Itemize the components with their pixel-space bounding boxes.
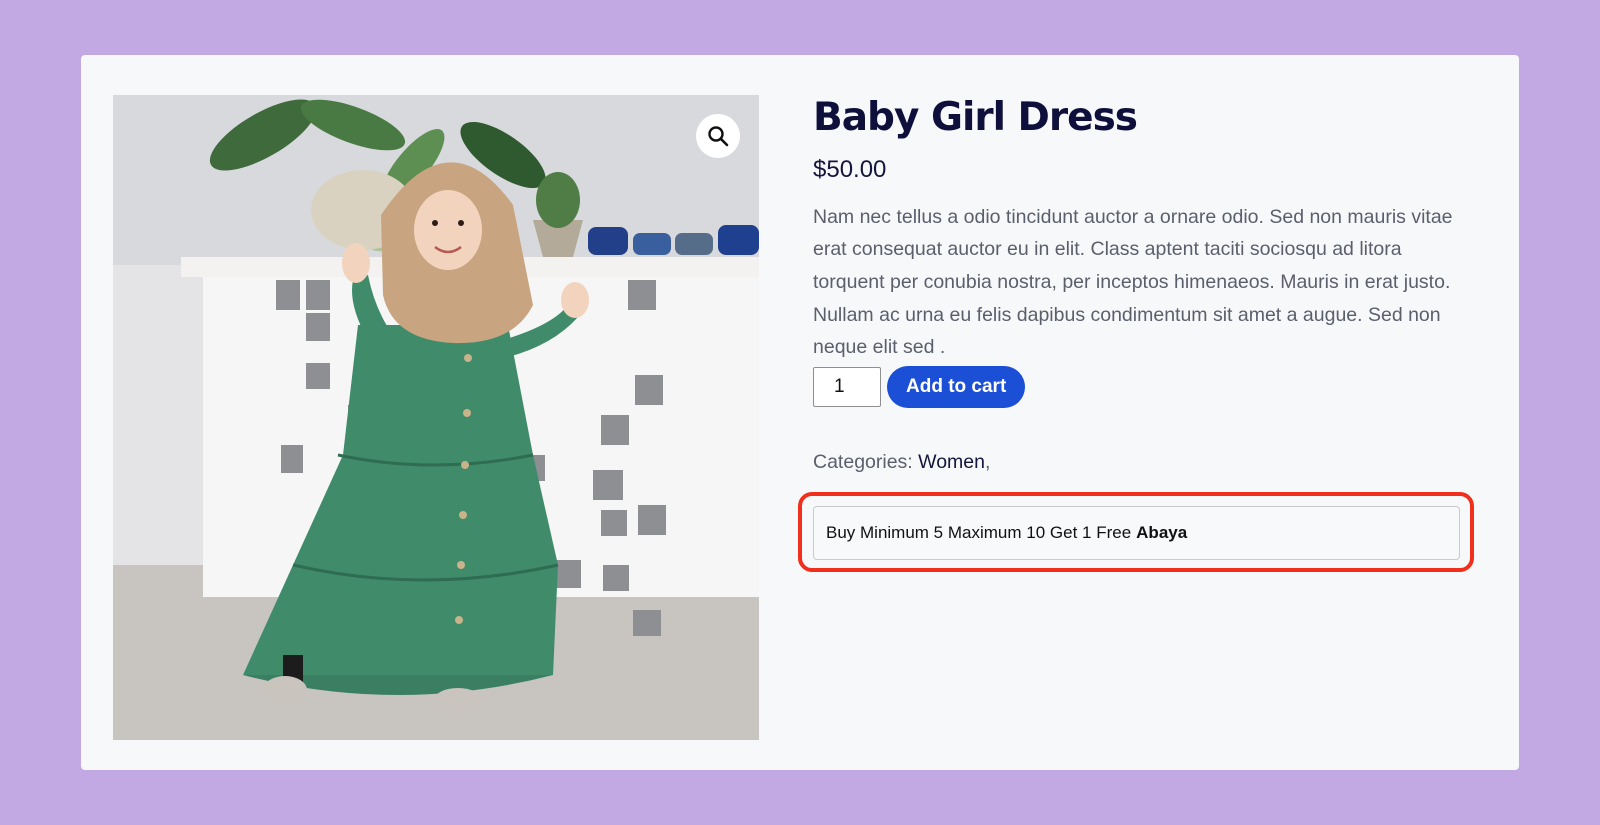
quantity-input[interactable] <box>813 366 881 407</box>
add-to-cart-form: Add to cart <box>813 365 1473 408</box>
product-card: Baby Girl Dress $50.00 Nam nec tellus a … <box>81 55 1519 770</box>
product-categories: Categories: Women, <box>813 451 1473 474</box>
offer-notice: Buy Minimum 5 Maximum 10 Get 1 Free Abay… <box>813 506 1460 560</box>
product-description: Nam nec tellus a odio tincidunt auctor a… <box>813 205 1453 359</box>
product-summary: Baby Girl Dress $50.00 Nam nec tellus a … <box>813 95 1473 474</box>
add-to-cart-button[interactable]: Add to cart <box>887 365 1026 408</box>
zoom-button[interactable] <box>696 114 740 158</box>
magnifier-icon <box>708 126 729 147</box>
offer-text: Buy Minimum 5 Maximum 10 Get 1 Free <box>826 523 1132 542</box>
product-title: Baby Girl Dress <box>813 95 1138 140</box>
product-gallery[interactable] <box>113 95 759 740</box>
product-image <box>113 95 759 740</box>
product-price: $50.00 <box>813 155 887 183</box>
categories-label: Categories: <box>813 450 913 473</box>
offer-product-name: Abaya <box>1136 523 1188 542</box>
category-separator: , <box>984 450 991 473</box>
category-link-women[interactable]: Women <box>918 451 985 473</box>
